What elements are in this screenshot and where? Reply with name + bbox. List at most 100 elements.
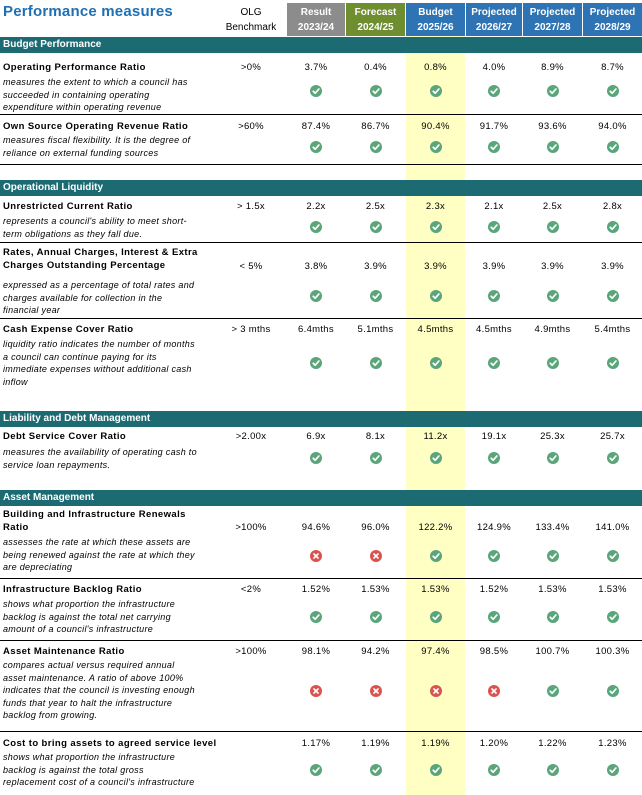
check-circle-icon — [606, 452, 619, 464]
metric-description: financial year — [3, 305, 61, 315]
check-circle-icon — [429, 85, 442, 97]
check-circle-icon — [310, 221, 322, 233]
metric-value: 91.7% — [479, 121, 509, 132]
metric-description: expressed as a percentage of total rates… — [3, 280, 195, 290]
metric-name: Operating Performance Ratio — [3, 62, 146, 73]
header-forecast: Forecast 2024/25 — [346, 3, 405, 36]
check-circle-icon — [429, 141, 442, 153]
metric-value: 1.52% — [479, 584, 509, 595]
metric-value: 90.4% — [421, 121, 450, 132]
metric-value: 94.0% — [598, 121, 627, 132]
metric-description: indicates that the council is investing … — [3, 685, 195, 695]
cross-circle-icon — [369, 685, 382, 697]
metric-value: 94.2% — [361, 646, 390, 657]
metric-description: a council can continue paying for its — [3, 351, 157, 362]
check-circle-icon — [488, 357, 500, 369]
olg-benchmark-value: >2.00x — [235, 431, 267, 442]
metric-value: 1.53% — [598, 584, 627, 595]
metric-value: 19.1x — [481, 431, 507, 442]
check-circle-icon — [429, 357, 442, 369]
metric-value: 3.8% — [304, 261, 328, 272]
metric-description: shows what proportion the infrastructure — [3, 752, 176, 762]
check-circle-icon — [369, 357, 382, 369]
row-divider — [0, 114, 642, 115]
metric-value: 8.9% — [541, 62, 564, 73]
metric-description: assesses the rate at which these assets … — [3, 537, 191, 547]
check-circle-icon — [488, 290, 500, 302]
check-circle-icon — [429, 452, 442, 464]
check-circle-icon — [606, 221, 619, 233]
check-circle-icon — [369, 221, 382, 233]
metric-value: 2.3x — [425, 201, 446, 212]
check-circle-icon — [546, 290, 559, 302]
metric-description: being renewed against the rate at which … — [3, 549, 195, 560]
check-circle-icon — [546, 85, 559, 97]
olg-benchmark-value: < 5% — [239, 261, 263, 272]
metric-value: 98.1% — [301, 646, 331, 657]
cross-circle-icon — [310, 550, 322, 562]
metric-name: Cash Expense Cover Ratio — [3, 324, 134, 335]
metric-value: 0.8% — [424, 62, 447, 73]
metric-description: backlog is against the total gross — [3, 764, 144, 775]
header-olg-benchmark: OLG Benchmark — [225, 7, 277, 33]
section-liability-debt: Liability and Debt Management — [0, 411, 642, 427]
metric-name: Ratio — [3, 522, 29, 533]
metric-value: 1.53% — [421, 584, 450, 595]
metric-value: 3.9% — [424, 261, 447, 272]
metric-value: 1.17% — [301, 738, 331, 749]
metric-name: Own Source Operating Revenue Ratio — [3, 121, 189, 132]
metric-name: Cost to bring assets to agreed service l… — [3, 738, 217, 749]
olg-benchmark-value: > 1.5x — [237, 201, 265, 212]
metric-value: 1.23% — [598, 738, 627, 749]
metric-value: 1.22% — [538, 738, 567, 749]
check-circle-icon — [429, 290, 442, 302]
check-circle-icon — [488, 221, 500, 233]
metric-description: represents a council's ability to meet s… — [3, 216, 187, 226]
check-circle-icon — [488, 141, 500, 153]
metric-value: 98.5% — [479, 646, 509, 657]
check-circle-icon — [488, 764, 500, 776]
metric-description: funds that year to halt the infrastructu… — [3, 697, 173, 708]
check-circle-icon — [546, 685, 559, 697]
metric-description: amount of a council's infrastructure — [3, 624, 154, 634]
check-circle-icon — [606, 685, 619, 697]
metric-value: 1.52% — [301, 584, 331, 595]
metric-description: measures fiscal flexibility. It is the d… — [3, 135, 191, 145]
metric-description: backlog is against the total net carryin… — [3, 611, 171, 622]
metric-value: 124.9% — [476, 522, 512, 533]
check-circle-icon — [310, 85, 322, 97]
metric-name: Unrestricted Current Ratio — [3, 201, 133, 212]
metric-value: 86.7% — [361, 121, 390, 132]
check-circle-icon — [369, 611, 382, 623]
check-circle-icon — [606, 141, 619, 153]
check-circle-icon — [429, 764, 442, 776]
check-circle-icon — [429, 221, 442, 233]
check-circle-icon — [369, 452, 382, 464]
metric-value: 100.7% — [535, 646, 570, 657]
metric-value: 25.7x — [600, 431, 625, 442]
metric-description: replacement cost of a council's infrastr… — [3, 777, 195, 787]
metric-value: 1.20% — [479, 738, 509, 749]
metric-value: 3.9% — [541, 261, 564, 272]
metric-value: 11.2x — [423, 431, 448, 442]
check-circle-icon — [310, 611, 322, 623]
check-circle-icon — [546, 764, 559, 776]
metric-value: 2.5x — [365, 201, 386, 212]
metric-value: 3.7% — [304, 62, 328, 73]
metric-value: 122.2% — [418, 522, 453, 533]
metric-value: 4.5mths — [417, 324, 454, 335]
metric-value: 3.9% — [482, 261, 506, 272]
cross-circle-icon — [310, 685, 322, 697]
metric-value: 5.1mths — [357, 324, 394, 335]
metric-value: 1.19% — [421, 738, 450, 749]
metric-value: 0.4% — [364, 62, 387, 73]
check-circle-icon — [369, 764, 382, 776]
metric-value: 4.9mths — [534, 324, 571, 335]
check-circle-icon — [546, 550, 559, 562]
metric-value: 3.9% — [601, 261, 624, 272]
cross-circle-icon — [369, 550, 382, 562]
metric-value: 1.19% — [361, 738, 390, 749]
metric-description: backlog from growing. — [3, 710, 98, 720]
check-circle-icon — [369, 141, 382, 153]
metric-value: 97.4% — [421, 646, 450, 657]
